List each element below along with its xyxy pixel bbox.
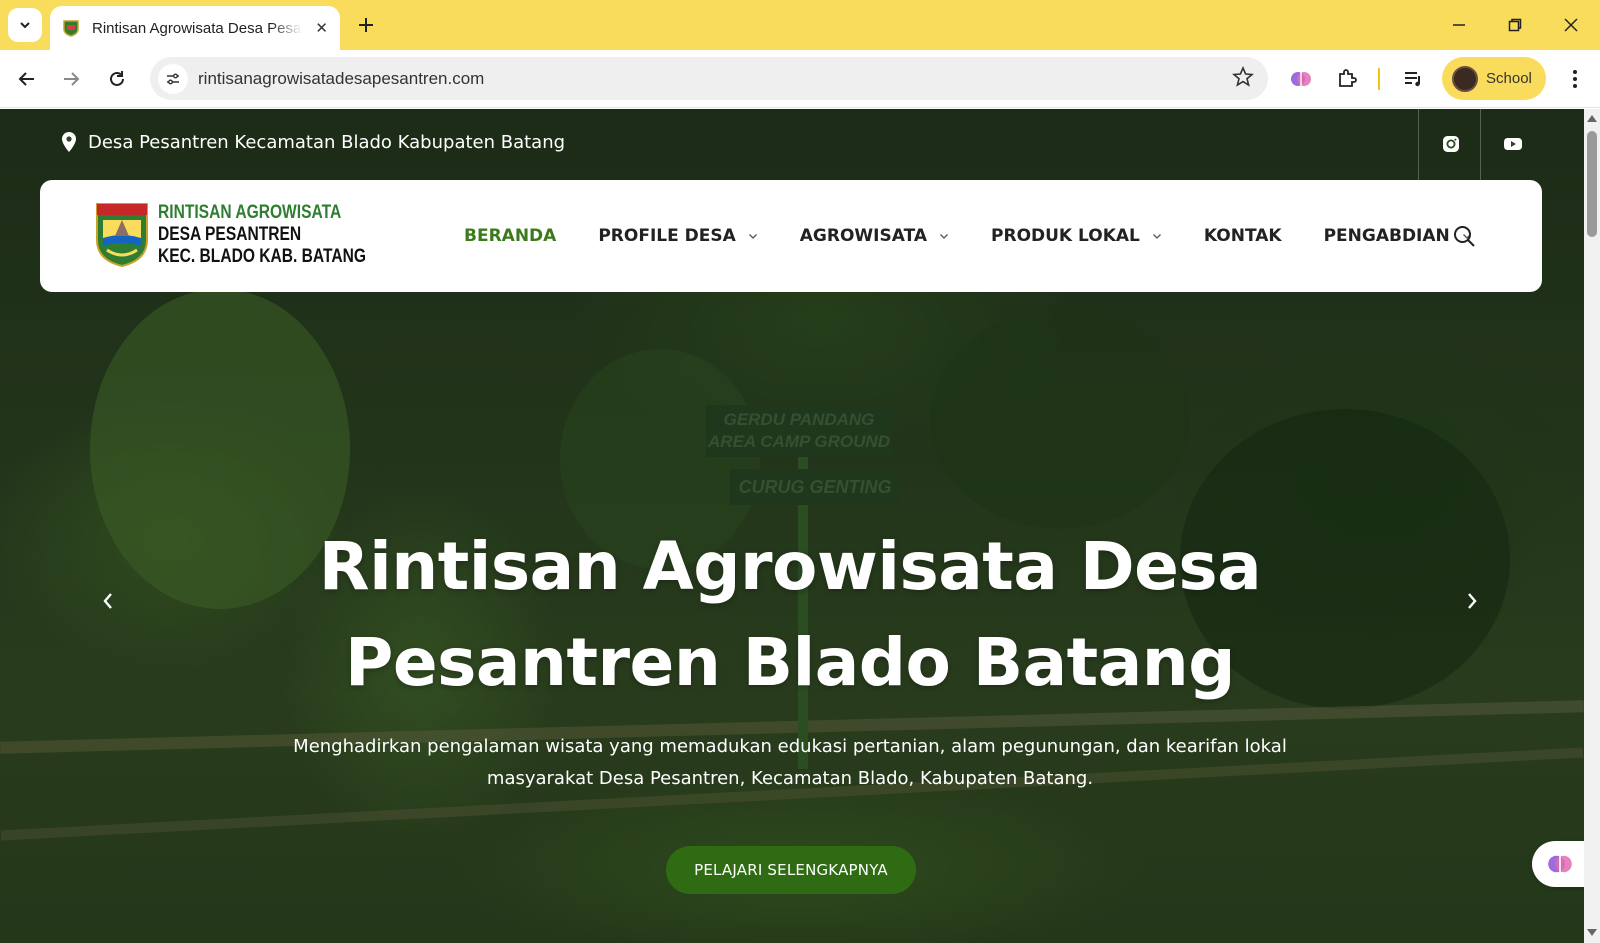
youtube-link[interactable] xyxy=(1500,131,1526,157)
browser-menu-button[interactable] xyxy=(1560,64,1590,94)
search-icon xyxy=(1454,226,1475,247)
reload-icon xyxy=(110,71,124,86)
nav-item-produk-lokal[interactable]: PRODUK LOKAL xyxy=(991,226,1162,246)
nav-item-beranda[interactable]: BERANDA xyxy=(464,226,556,246)
youtube-icon xyxy=(1504,138,1522,150)
chevron-down-icon xyxy=(940,234,948,239)
reload-button[interactable] xyxy=(102,64,132,94)
back-button[interactable] xyxy=(12,64,42,94)
scroll-down-arrow[interactable] xyxy=(1587,929,1597,936)
learn-more-button[interactable]: PELAJARI SELENGKAPNYA xyxy=(666,846,916,894)
nav-item-label: PRODUK LOKAL xyxy=(991,226,1140,246)
address-bar[interactable]: rintisanagrowisatadesapesantren.com xyxy=(150,57,1268,100)
site-info-button[interactable] xyxy=(158,63,188,94)
toolbar-divider xyxy=(1378,68,1380,90)
nav-item-profile-desa[interactable]: PROFILE DESA xyxy=(598,226,757,246)
chevron-down-icon xyxy=(20,22,30,29)
topbar-divider xyxy=(1480,109,1481,181)
brain-extension-icon xyxy=(1291,72,1311,86)
nav-item-label: KONTAK xyxy=(1203,226,1282,246)
chevron-left-icon xyxy=(103,593,112,609)
instagram-icon xyxy=(1443,136,1459,152)
hero-title: Rintisan Agrowisata Desa Pesantren Blado… xyxy=(240,519,1340,711)
hero-subtitle-line-1: Menghadirkan pengalaman wisata yang mema… xyxy=(293,736,1287,757)
media-controls-button[interactable] xyxy=(1398,64,1428,94)
restore-icon xyxy=(1508,18,1522,32)
minimize-icon xyxy=(1453,24,1465,26)
arrow-right-icon xyxy=(64,72,80,86)
browser-tab-strip: Rintisan Agrowisata Desa Pesantren Blado… xyxy=(0,0,1600,50)
batang-logo-icon[interactable] xyxy=(95,202,149,268)
profile-label: School xyxy=(1486,70,1532,87)
scroll-up-arrow[interactable] xyxy=(1587,115,1597,122)
close-tab-icon[interactable]: ✕ xyxy=(315,19,328,37)
topbar-divider xyxy=(1418,109,1419,181)
nav-item-agrowisata[interactable]: AGROWISATA xyxy=(800,226,949,246)
nav-item-label: PENGABDIAN xyxy=(1323,226,1450,246)
carousel-prev-button[interactable] xyxy=(90,583,126,619)
nav-item-kontak[interactable]: KONTAK xyxy=(1204,226,1282,246)
playlist-icon xyxy=(1405,72,1420,87)
floating-assistant-button[interactable] xyxy=(1532,841,1584,887)
close-window-button[interactable] xyxy=(1556,10,1586,40)
hero-subtitle-line-2: masyarakat Desa Pesantren, Kecamatan Bla… xyxy=(486,768,1094,789)
logo-line-1: RINTISAN AGROWISATA xyxy=(158,202,342,223)
nav-item-label: PROFILE DESA xyxy=(598,226,736,246)
hero-title-line-1: Rintisan Agrowisata Desa xyxy=(318,528,1262,605)
profile-button[interactable]: School xyxy=(1442,57,1546,100)
tab-search-button[interactable] xyxy=(8,8,42,42)
site-navbar: RINTISAN AGROWISATA DESA PESANTREN KEC. … xyxy=(40,180,1542,292)
restore-button[interactable] xyxy=(1500,10,1530,40)
scrollbar-thumb[interactable] xyxy=(1587,131,1597,237)
tune-icon xyxy=(167,73,179,84)
tab-title: Rintisan Agrowisata Desa Pesantren Blado… xyxy=(92,19,302,37)
instagram-link[interactable] xyxy=(1438,131,1464,157)
logo-line-3: KEC. BLADO KAB. BATANG xyxy=(158,246,367,267)
nav-item-label: AGROWISATA xyxy=(799,226,928,246)
puzzle-icon xyxy=(1339,69,1357,87)
chevron-right-icon xyxy=(1468,593,1477,609)
chevron-down-icon xyxy=(1152,234,1161,239)
browser-tab[interactable]: Rintisan Agrowisata Desa Pesantren Blado… xyxy=(50,6,340,50)
hero-subtitle: Menghadirkan pengalaman wisata yang mema… xyxy=(280,731,1300,795)
address-url: rintisanagrowisatadesapesantren.com xyxy=(198,68,485,88)
forward-button[interactable] xyxy=(56,64,86,94)
topbar-location: Desa Pesantren Kecamatan Blado Kabupaten… xyxy=(60,131,565,153)
map-pin-icon xyxy=(62,132,76,152)
hero-title-line-2: Pesantren Blado Batang xyxy=(345,624,1235,701)
minimize-button[interactable] xyxy=(1444,10,1474,40)
site-logo-text[interactable]: RINTISAN AGROWISATA DESA PESANTREN KEC. … xyxy=(158,202,366,268)
avatar xyxy=(1452,65,1478,92)
close-icon xyxy=(1564,18,1578,32)
site-favicon-icon xyxy=(63,20,79,37)
page-scrollbar[interactable] xyxy=(1584,109,1600,943)
topbar-location-text: Desa Pesantren Kecamatan Blado Kabupaten… xyxy=(88,131,566,153)
browser-toolbar: rintisanagrowisatadesapesantren.com Scho… xyxy=(0,50,1600,108)
extensions-button[interactable] xyxy=(1332,64,1362,94)
plus-icon xyxy=(359,18,373,32)
logo-line-2: DESA PESANTREN xyxy=(158,224,302,245)
chevron-down-icon xyxy=(748,234,757,239)
extension-brain-button[interactable] xyxy=(1286,64,1316,94)
page-viewport: GERDU PANDANG AREA CAMP GROUND CURUG GEN… xyxy=(0,109,1584,943)
main-nav: BERANDA PROFILE DESA AGROWISATA PRODUK L… xyxy=(464,180,1514,292)
nav-item-label: BERANDA xyxy=(464,226,557,246)
carousel-next-button[interactable] xyxy=(1454,583,1490,619)
star-icon[interactable] xyxy=(1232,66,1254,88)
arrow-left-icon xyxy=(18,72,34,86)
new-tab-button[interactable] xyxy=(352,11,380,39)
site-search-button[interactable] xyxy=(1448,220,1480,252)
brain-extension-icon xyxy=(1548,855,1572,873)
more-vertical-icon xyxy=(1573,70,1577,88)
